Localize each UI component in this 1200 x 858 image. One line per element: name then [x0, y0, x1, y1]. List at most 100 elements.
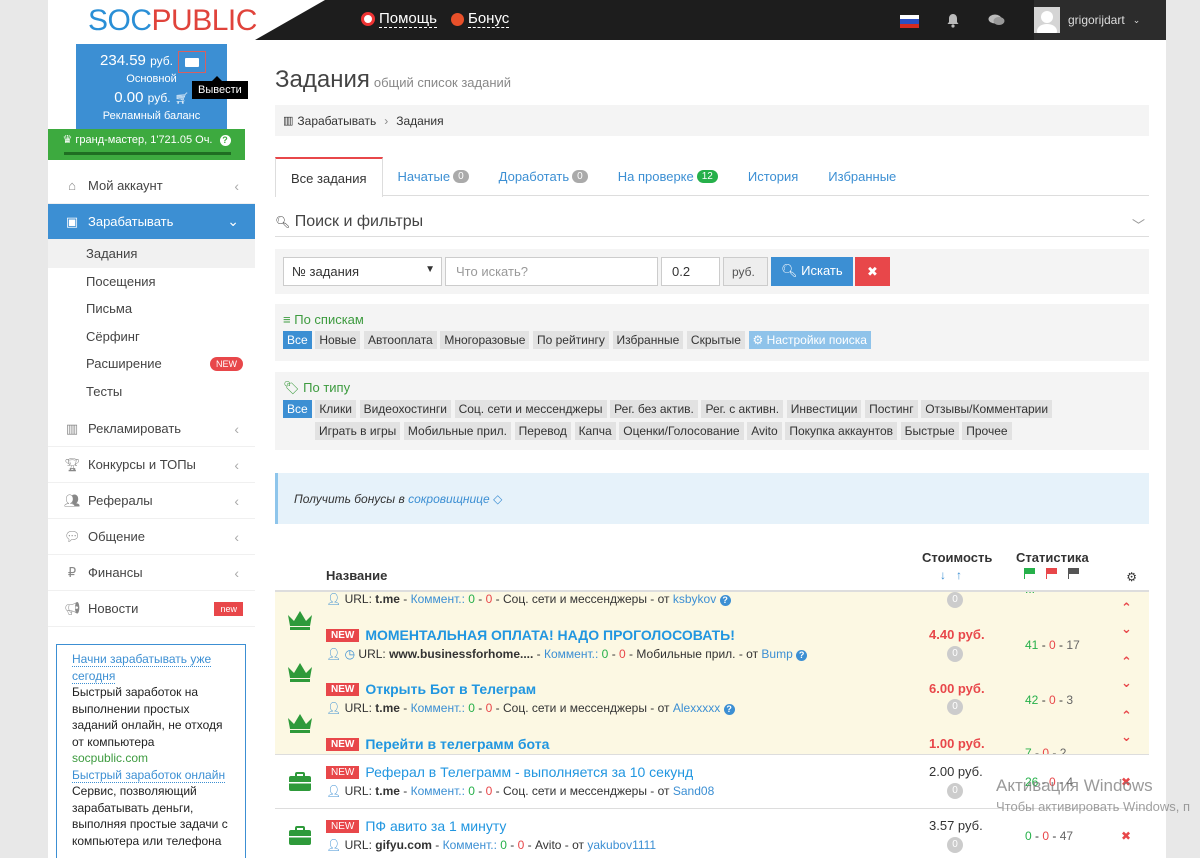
author-link[interactable]: Alexxxxx	[673, 701, 720, 715]
type-chip[interactable]: Инвестиции	[786, 400, 862, 418]
type-chip[interactable]: Все	[283, 400, 312, 418]
tab-rework[interactable]: Доработать 0	[484, 157, 603, 196]
red-flag-icon[interactable]	[1046, 568, 1058, 579]
type-chip[interactable]: Прочее	[962, 422, 1012, 440]
table-row[interactable]: NEW Перейти в телеграмм бота 1.00 руб. 7 …	[275, 732, 1149, 754]
author-link[interactable]: Sand08	[673, 784, 714, 798]
type-chip[interactable]: Avito	[747, 422, 782, 440]
breadcrumb-earn[interactable]: Зарабатывать	[297, 114, 376, 128]
list-chip-favorites[interactable]: Избранные	[612, 331, 684, 349]
sidebar-subitem-letters[interactable]: Письма	[48, 295, 255, 323]
type-chip[interactable]: Перевод	[514, 422, 571, 440]
sidebar-item-referrals[interactable]: 👥︎ Рефералы ‹	[48, 483, 255, 519]
task-title-link[interactable]: NEW Перейти в телеграмм бота	[326, 736, 549, 752]
type-chip[interactable]: Отзывы/Комментарии	[921, 400, 1053, 418]
task-title-link[interactable]: NEW ПФ авито за 1 минуту	[326, 818, 506, 834]
chevron-down-icon[interactable]: ⌄	[1121, 729, 1132, 745]
treasury-link[interactable]: сокровищнице	[408, 492, 490, 506]
type-chip[interactable]: Рег. без актив.	[610, 400, 698, 418]
task-title-link[interactable]: NEW МОМЕНТАЛЬНАЯ ОПЛАТА! НАДО ПРОГОЛОСОВА…	[326, 627, 735, 643]
type-chip[interactable]: Оценки/Голосование	[619, 422, 744, 440]
tab-all-tasks[interactable]: Все задания	[275, 157, 383, 197]
breadcrumb-tasks: Задания	[396, 113, 444, 128]
user-menu[interactable]: grigorijdart ⌄	[1034, 0, 1166, 40]
author-link[interactable]: yakubov1111	[587, 838, 656, 852]
sort-up-icon[interactable]: ↑	[956, 568, 972, 582]
task-title-link[interactable]: NEW Открыть Бот в Телеграм	[326, 681, 536, 697]
column-name: Название	[326, 568, 388, 583]
help-icon[interactable]: ?	[719, 595, 731, 606]
min-price-input[interactable]: 0.2	[661, 257, 720, 286]
author-link[interactable]: Bump	[761, 647, 792, 661]
rank-bar[interactable]: ♛ гранд-мастер, 1'721.05 Оч. ?	[48, 129, 245, 160]
sidebar-item-advertise[interactable]: ▥ Рекламировать ‹	[48, 411, 255, 447]
list-chip-all[interactable]: Все	[283, 331, 312, 349]
sidebar-item-news[interactable]: 📢︎ Новости new	[48, 591, 255, 627]
author-link[interactable]: ksbykov	[673, 592, 716, 606]
gears-icon[interactable]: ⚙︎	[1126, 570, 1137, 584]
type-chip[interactable]: Быстрые	[900, 422, 959, 440]
sidebar-item-contests[interactable]: 🏆︎ Конкурсы и ТОПы ‹	[48, 447, 255, 483]
cart-icon[interactable]: 🛒︎	[175, 93, 189, 105]
sidebar-subitem-extension[interactable]: Расширение NEW	[48, 350, 255, 378]
type-chip[interactable]: Рег. с активн.	[701, 400, 784, 418]
chevron-down-icon[interactable]: ⌄	[1121, 621, 1132, 637]
chevron-up-icon[interactable]: ⌃	[1121, 654, 1132, 670]
tab-history[interactable]: История	[733, 157, 813, 196]
search-field-select[interactable]: № задания ▼	[283, 257, 442, 286]
bell-icon[interactable]	[946, 13, 960, 31]
search-filters-toggle[interactable]: 🔍︎ Поиск и фильтры ﹀	[275, 213, 1149, 237]
promo-link-1[interactable]: Начни зарабатывать уже сегодня	[72, 652, 212, 684]
green-flag-icon[interactable]	[1024, 568, 1036, 579]
site-logo[interactable]: SOCPUBLIC	[88, 4, 257, 38]
sidebar-subitem-visits[interactable]: Посещения	[48, 268, 255, 296]
chevron-up-icon[interactable]: ⌃	[1121, 708, 1132, 724]
list-chip-reusable[interactable]: Многоразовые	[440, 331, 530, 349]
search-input[interactable]: Что искать?	[445, 257, 658, 286]
sidebar-subitem-tests[interactable]: Тесты	[48, 378, 255, 406]
chevron-down-icon[interactable]: ⌄	[1121, 675, 1132, 691]
type-chip[interactable]: Играть в игры	[315, 422, 401, 440]
tab-started[interactable]: Начатые 0	[383, 157, 484, 196]
help-link[interactable]: Помощь	[361, 10, 437, 28]
sort-down-icon[interactable]: ↓	[940, 568, 956, 582]
sidebar-item-earn[interactable]: ▣ Зарабатывать ⌄	[48, 204, 263, 240]
type-chip[interactable]: Постинг	[865, 400, 918, 418]
task-title-link[interactable]: NEW Реферал в Телеграмм - выполняется за …	[326, 764, 693, 780]
language-flag-icon[interactable]	[900, 15, 919, 28]
gray-flag-icon[interactable]	[1068, 568, 1080, 579]
type-chip[interactable]: Видеохостинги	[359, 400, 451, 418]
hide-task-button[interactable]: ✖	[1121, 829, 1131, 843]
help-icon[interactable]: ?	[219, 135, 231, 146]
type-chip[interactable]: Клики	[315, 400, 356, 418]
search-button[interactable]: 🔍︎ Искать	[771, 257, 853, 286]
list-chip-autopay[interactable]: Автооплата	[363, 331, 437, 349]
tab-review[interactable]: На проверке 12	[603, 157, 733, 196]
table-row[interactable]: NEW ПФ авито за 1 минуту 👤︎ URL: gifyu.co…	[275, 809, 1149, 858]
table-row[interactable]: NEW Открыть Бот в Телеграм 👤︎ URL: t.me -…	[275, 677, 1149, 731]
type-chip[interactable]: Мобильные прил.	[403, 422, 511, 440]
search-settings-button[interactable]: ⚙ Настройки поиска	[748, 331, 871, 349]
chat-icon[interactable]	[988, 13, 1005, 30]
sidebar-item-account[interactable]: ⌂ Мой аккаунт ‹	[48, 168, 255, 204]
tab-favorites[interactable]: Избранные	[813, 157, 911, 196]
help-icon[interactable]: ?	[723, 704, 735, 715]
type-chip[interactable]: Соц. сети и мессенджеры	[454, 400, 607, 418]
chevron-up-icon[interactable]: ⌃	[1121, 600, 1132, 616]
withdraw-button[interactable]	[178, 51, 206, 73]
sidebar-item-chat[interactable]: 💬︎ Общение ‹	[48, 519, 255, 555]
list-chip-hidden[interactable]: Скрытые	[686, 331, 745, 349]
sidebar-item-finance[interactable]: ₽ Финансы ‹	[48, 555, 255, 591]
sidebar-subitem-surfing[interactable]: Сёрфинг	[48, 323, 255, 351]
type-chip[interactable]: Покупка аккаунтов	[785, 422, 898, 440]
table-row[interactable]: NEW МОМЕНТАЛЬНАЯ ОПЛАТА! НАДО ПРОГОЛОСОВА…	[275, 622, 1149, 676]
sidebar-subitem-tasks[interactable]: Задания	[48, 240, 255, 268]
bonus-link[interactable]: Бонус	[451, 10, 510, 28]
promo-link-2[interactable]: Быстрый заработок онлайн	[72, 767, 226, 783]
list-chip-new[interactable]: Новые	[315, 331, 361, 349]
type-chip[interactable]: Капча	[574, 422, 616, 440]
clear-filters-button[interactable]: ✖	[855, 257, 890, 286]
help-icon[interactable]: ?	[796, 650, 808, 661]
search-icon: 🔍︎	[275, 215, 291, 229]
list-chip-rating[interactable]: По рейтингу	[533, 331, 609, 349]
